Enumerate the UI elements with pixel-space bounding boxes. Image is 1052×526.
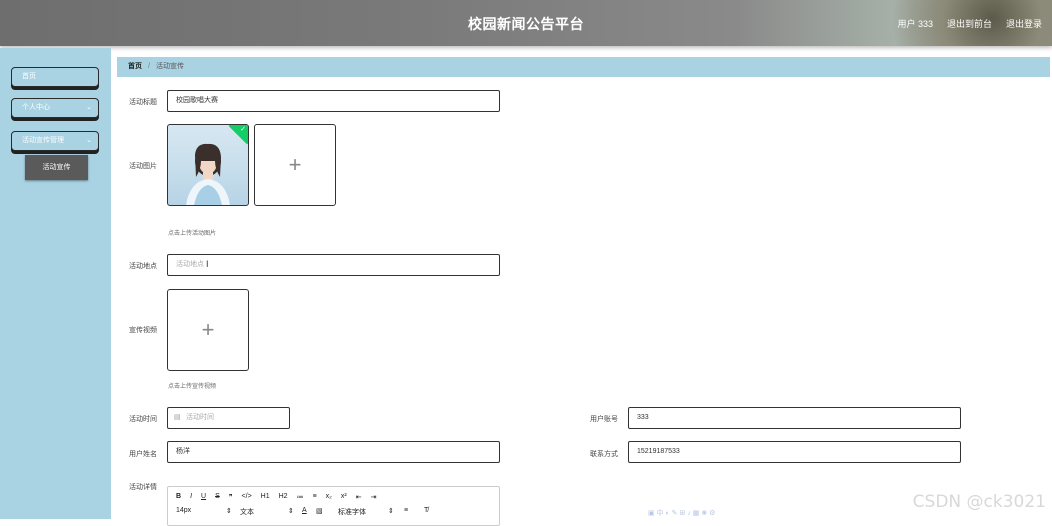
font-family-select[interactable]: 标准字体 <box>338 507 388 517</box>
ordered-list-button[interactable]: ≔ <box>297 493 304 501</box>
outdent-button[interactable]: ⇤ <box>356 493 362 501</box>
phone-label: 联系方式 <box>590 451 618 458</box>
chevron-updown-icon: ⇕ <box>388 508 394 515</box>
chevron-updown-icon: ⇕ <box>226 508 232 515</box>
time-placeholder: 活动时间 <box>186 414 214 421</box>
heading2-button[interactable]: H2 <box>279 493 288 501</box>
heading1-button[interactable]: H1 <box>261 493 270 501</box>
location-input[interactable]: 活动地点 <box>167 254 500 276</box>
breadcrumb: 首页 / 活动宣传 <box>117 57 1050 77</box>
superscript-button[interactable]: x² <box>341 493 347 501</box>
sidebar <box>0 48 111 519</box>
breadcrumb-current: 活动宣传 <box>155 63 184 70</box>
video-label: 宣传视频 <box>129 327 157 334</box>
current-user-label: 用户 333 <box>897 19 933 29</box>
chevron-down-icon: ⌄ <box>86 104 92 111</box>
indent-button[interactable]: ⇥ <box>371 493 377 501</box>
person-photo-icon <box>186 143 230 205</box>
chevron-down-icon: ⌄ <box>86 137 92 144</box>
watermark: CSDN @ck3021 <box>912 492 1046 512</box>
chevron-updown-icon: ⇕ <box>288 508 294 515</box>
plus-icon: + <box>201 317 215 342</box>
align-icon[interactable]: ≡ <box>404 507 424 517</box>
site-title: 校园新闻公告平台 <box>468 16 584 32</box>
editor-toolbar-row: 14px ⇕ 文本 ⇕ A ▧ 标准字体 ⇕ ≡ T̸ <box>176 507 438 517</box>
quote-button[interactable]: ❞ <box>229 493 233 501</box>
bold-button[interactable]: B <box>176 493 181 501</box>
image-upload-tip: 点击上传活动图片 <box>168 231 217 237</box>
sidebar-item-personal-center[interactable]: 个人中心 ⌄ <box>11 98 99 118</box>
rich-text-editor[interactable]: B I U S ❞ </> H1 H2 ≔ ≡ x₂ x² ⇤ ⇥ 14px ⇕… <box>167 486 500 526</box>
sidebar-item-label: 个人中心 <box>22 104 50 111</box>
video-upload-tip: 点击上传宣传视频 <box>168 384 217 390</box>
account-input[interactable]: 333 <box>628 407 961 429</box>
header-links: 用户 333 退出到前台 退出登录 <box>897 17 1042 30</box>
name-label: 用户姓名 <box>129 451 157 458</box>
block-type-select[interactable]: 文本 <box>240 507 288 517</box>
title-label: 活动标题 <box>129 99 157 106</box>
sidebar-item-label: 首页 <box>22 73 36 80</box>
text-cursor-icon: I <box>206 259 209 269</box>
input-method-toolbar-icon: ▣ 中 ◐ ✎ ⊞ ♪ ▦ ❀ ⚙ <box>648 510 716 517</box>
plus-icon: + <box>288 152 302 177</box>
clear-format-icon[interactable]: T̸ <box>424 507 438 517</box>
back-to-front-link[interactable]: 退出到前台 <box>947 17 992 30</box>
sidebar-item-activity-management[interactable]: 活动宣传管理 ⌄ <box>11 131 99 151</box>
font-size-select[interactable]: 14px <box>176 507 226 517</box>
underline-button[interactable]: U <box>201 493 206 501</box>
breadcrumb-separator: / <box>148 63 150 70</box>
detail-label: 活动详情 <box>129 484 157 491</box>
editor-toolbar-row: B I U S ❞ </> H1 H2 ≔ ≡ x₂ x² ⇤ ⇥ <box>176 493 376 501</box>
check-icon: ✓ <box>240 126 246 133</box>
font-color-icon[interactable]: A <box>302 507 316 517</box>
subscript-button[interactable]: x₂ <box>326 493 332 501</box>
image-upload-button[interactable]: + <box>254 124 336 206</box>
code-button[interactable]: </> <box>242 493 252 501</box>
breadcrumb-home[interactable]: 首页 <box>128 63 142 70</box>
highlight-icon[interactable]: ▧ <box>316 507 338 517</box>
bullet-list-button[interactable]: ≡ <box>313 493 317 501</box>
location-label: 活动地点 <box>129 263 157 270</box>
sidebar-subitem-activity-promotion[interactable]: 活动宣传 <box>25 155 88 180</box>
video-upload-button[interactable]: + <box>167 289 249 371</box>
logout-link[interactable]: 退出登录 <box>1006 17 1042 30</box>
strike-button[interactable]: S <box>215 493 220 501</box>
italic-button[interactable]: I <box>190 493 192 501</box>
time-picker[interactable]: ▤ 活动时间 <box>167 407 290 429</box>
title-input[interactable]: 校园歌唱大赛 <box>167 90 500 112</box>
phone-input[interactable]: 15219187533 <box>628 441 961 463</box>
image-label: 活动图片 <box>129 163 157 170</box>
calendar-icon: ▤ <box>174 414 181 421</box>
uploaded-image-thumbnail[interactable]: ✓ <box>167 124 249 206</box>
account-label: 用户账号 <box>590 416 618 423</box>
top-header-bar: 校园新闻公告平台 用户 333 退出到前台 退出登录 <box>0 0 1052 46</box>
sidebar-item-home[interactable]: 首页 <box>11 67 99 87</box>
sidebar-item-label: 活动宣传管理 <box>22 137 64 144</box>
name-input[interactable]: 杨洋 <box>167 441 500 463</box>
time-label: 活动时间 <box>129 416 157 423</box>
